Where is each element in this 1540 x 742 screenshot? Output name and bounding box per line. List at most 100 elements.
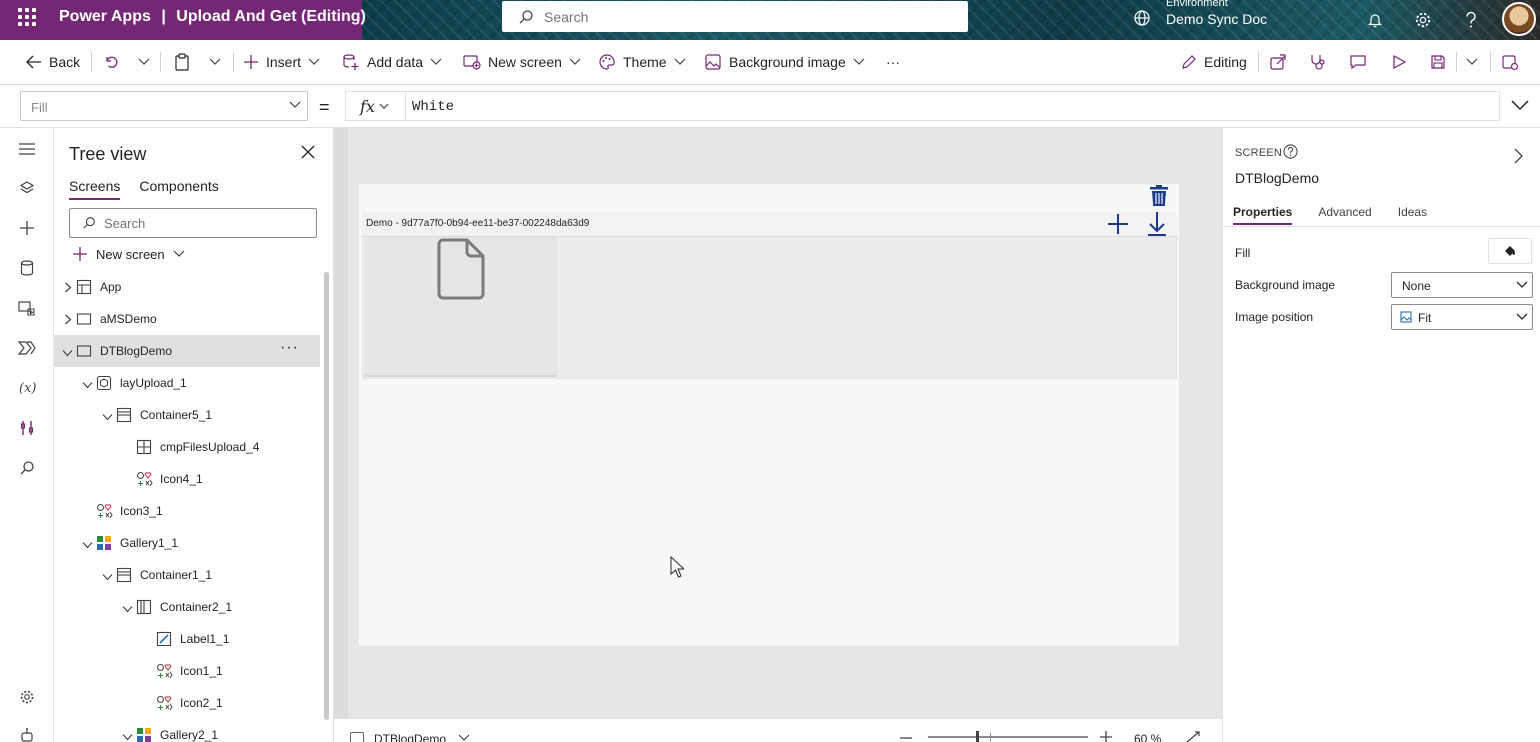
app-launcher-icon[interactable] bbox=[18, 8, 36, 26]
search-pane-button[interactable] bbox=[17, 458, 37, 478]
chevron-right-icon[interactable] bbox=[1513, 148, 1523, 164]
paste-menu-button[interactable] bbox=[209, 40, 221, 84]
chevron-down-icon[interactable] bbox=[102, 570, 113, 584]
zoom-in-icon[interactable] bbox=[1100, 731, 1112, 742]
tree-item-app[interactable]: App bbox=[54, 271, 320, 303]
tree-item-gallery1-1[interactable]: Gallery1_1 bbox=[54, 527, 320, 559]
close-icon[interactable] bbox=[300, 144, 316, 160]
tree-view-button[interactable] bbox=[17, 178, 37, 198]
advanced-tools-button[interactable] bbox=[17, 418, 37, 438]
add-icon[interactable] bbox=[1107, 213, 1129, 235]
chevron-down-icon[interactable] bbox=[458, 734, 470, 742]
zoom-slider-thumb[interactable] bbox=[976, 731, 979, 742]
environment-picker[interactable]: Environment Demo Sync Doc bbox=[1133, 0, 1273, 40]
tree-item-icon1-1[interactable]: Icon1_1 bbox=[54, 655, 320, 687]
preview-button[interactable] bbox=[1391, 40, 1407, 84]
tab-ideas[interactable]: Ideas bbox=[1398, 205, 1427, 225]
data-pane-button[interactable] bbox=[17, 258, 37, 278]
insert-button[interactable]: Insert bbox=[243, 40, 320, 84]
global-search-input[interactable] bbox=[544, 7, 944, 27]
tree-item-icon2-1[interactable]: Icon2_1 bbox=[54, 687, 320, 719]
product-name[interactable]: Power Apps bbox=[59, 8, 151, 25]
help-button[interactable] bbox=[1457, 6, 1485, 34]
add-data-button[interactable]: Add data bbox=[342, 40, 442, 84]
chevron-right-icon[interactable] bbox=[64, 314, 72, 328]
chevron-down-icon bbox=[209, 58, 221, 65]
chevron-down-icon[interactable] bbox=[82, 378, 93, 392]
tree-item-layupload-1[interactable]: layUpload_1 bbox=[54, 367, 320, 399]
tree-item-cmpfilesupload-4[interactable]: cmpFilesUpload_4 bbox=[54, 431, 320, 463]
comments-button[interactable] bbox=[1349, 40, 1367, 84]
fill-color-picker[interactable] bbox=[1488, 238, 1532, 264]
insert-pane-button[interactable] bbox=[17, 218, 37, 238]
zoom-slider[interactable] bbox=[928, 736, 1088, 738]
tab-advanced[interactable]: Advanced bbox=[1318, 205, 1371, 225]
trash-icon[interactable] bbox=[1149, 185, 1169, 207]
settings-button[interactable] bbox=[17, 687, 37, 707]
screen-selector-label[interactable]: DTBlogDemo bbox=[374, 732, 446, 742]
user-avatar[interactable] bbox=[1502, 2, 1536, 36]
property-dropdown[interactable]: Fill bbox=[20, 91, 308, 121]
chevron-down-icon[interactable] bbox=[122, 730, 133, 742]
control-name[interactable]: DTBlogDemo bbox=[1235, 170, 1319, 186]
tree-item-label1-1[interactable]: Label1_1 bbox=[54, 623, 320, 655]
tab-properties[interactable]: Properties bbox=[1233, 205, 1293, 225]
tree-item-icon4-1[interactable]: Icon4_1 bbox=[54, 463, 320, 495]
share-button[interactable] bbox=[1269, 40, 1287, 84]
download-icon[interactable] bbox=[1147, 211, 1167, 237]
power-automate-button[interactable] bbox=[17, 338, 37, 358]
tab-screens[interactable]: Screens bbox=[69, 178, 121, 200]
tree-search-input[interactable] bbox=[104, 216, 304, 231]
background-image-button[interactable]: Background image bbox=[704, 40, 865, 84]
tree-item-label: Gallery1_1 bbox=[120, 536, 179, 550]
notifications-button[interactable] bbox=[1361, 6, 1389, 34]
media-pane-button[interactable] bbox=[17, 298, 37, 318]
chevron-down-icon[interactable] bbox=[62, 346, 73, 360]
save-button[interactable] bbox=[1430, 40, 1446, 84]
publish-button[interactable] bbox=[1501, 40, 1519, 84]
image-position-dropdown[interactable]: Fit bbox=[1391, 304, 1533, 330]
chevron-down-icon[interactable] bbox=[122, 602, 133, 616]
paste-button[interactable] bbox=[174, 40, 190, 84]
screen-selector-icon[interactable] bbox=[350, 732, 364, 742]
tree-item-container5-1[interactable]: Container5_1 bbox=[54, 399, 320, 431]
more-commands-button[interactable]: ··· bbox=[886, 40, 900, 84]
save-menu-button[interactable] bbox=[1466, 40, 1478, 84]
theme-button[interactable]: Theme bbox=[598, 40, 686, 84]
tree-item-dtblogdemo[interactable]: DTBlogDemo ··· bbox=[54, 335, 320, 367]
variables-button[interactable]: (x) bbox=[17, 378, 37, 398]
settings-button[interactable] bbox=[1409, 6, 1437, 34]
document-icon[interactable] bbox=[437, 238, 485, 300]
tree-new-screen-button[interactable]: New screen bbox=[72, 246, 185, 262]
undo-menu-button[interactable] bbox=[138, 40, 150, 84]
menu-toggle[interactable] bbox=[17, 139, 37, 159]
global-search[interactable] bbox=[502, 1, 968, 32]
app-checker-button[interactable] bbox=[1309, 40, 1327, 84]
chevron-down-icon[interactable] bbox=[102, 410, 113, 424]
clipboard-icon bbox=[175, 53, 189, 71]
virtual-agent-button[interactable] bbox=[17, 725, 37, 742]
tree-item-icon3-1[interactable]: Icon3_1 bbox=[54, 495, 320, 527]
zoom-out-icon[interactable] bbox=[900, 737, 912, 739]
back-button[interactable]: Back bbox=[26, 40, 80, 84]
help-icon[interactable] bbox=[1283, 144, 1298, 159]
formula-input[interactable]: White bbox=[405, 91, 1500, 121]
tree-scrollbar[interactable] bbox=[324, 272, 329, 720]
new-screen-button[interactable]: New screen bbox=[463, 40, 581, 84]
tree-item-container1-1[interactable]: Container1_1 bbox=[54, 559, 320, 591]
fit-to-window-icon[interactable] bbox=[1186, 731, 1200, 742]
image-position-value: Fit bbox=[1418, 311, 1432, 325]
expand-formula-icon[interactable] bbox=[1510, 99, 1530, 111]
undo-button[interactable] bbox=[103, 40, 119, 84]
chevron-right-icon[interactable] bbox=[64, 282, 72, 296]
tree-item-gallery2-1[interactable]: Gallery2_1 bbox=[54, 719, 320, 742]
function-button[interactable]: fx bbox=[345, 91, 405, 121]
chevron-down-icon[interactable] bbox=[82, 538, 93, 552]
editing-mode-button[interactable]: Editing bbox=[1181, 40, 1247, 84]
tree-item-amsdemo[interactable]: aMSDemo bbox=[54, 303, 320, 335]
tree-search[interactable] bbox=[69, 208, 317, 238]
tree-item-container2-1[interactable]: Container2_1 bbox=[54, 591, 320, 623]
background-image-dropdown[interactable]: None bbox=[1391, 272, 1533, 298]
tab-components[interactable]: Components bbox=[139, 178, 218, 200]
more-options-icon[interactable]: ··· bbox=[280, 339, 299, 357]
